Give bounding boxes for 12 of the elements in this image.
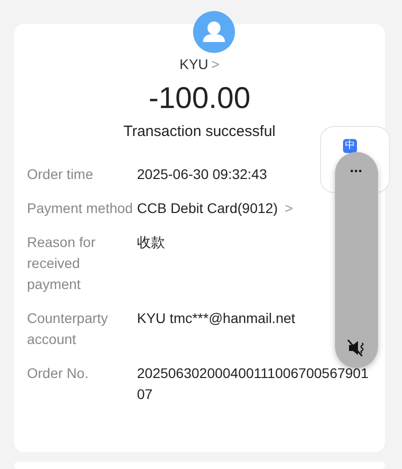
amount: -100.00: [148, 82, 250, 115]
detail-value: 收款: [137, 234, 165, 250]
status-text: Transaction successful: [123, 123, 276, 140]
detail-label: Order time: [27, 164, 94, 184]
detail-label: Order No.: [27, 364, 90, 382]
detail-label: Payment method: [27, 198, 134, 218]
detail-label: Reason for received payment: [27, 232, 96, 294]
detail-value: 20250630200040011100670056790107: [137, 364, 369, 402]
detail-label: Counterparty account: [27, 308, 109, 348]
translate-badge: 中: [343, 139, 357, 153]
detail-value: 2025-06-30 09:32:43: [137, 166, 267, 182]
detail-value: KYU tmc***@hanmail.net: [137, 310, 296, 326]
